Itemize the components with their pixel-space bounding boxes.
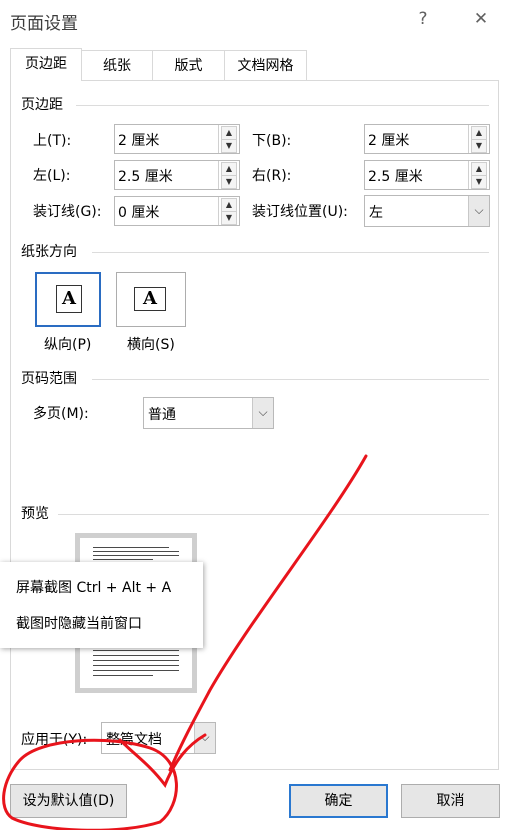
red-annotation-overlay (2, 454, 368, 830)
annotation-arrow-shaft (168, 454, 368, 772)
annotation-circle (2, 738, 178, 830)
tab-margins[interactable]: 页边距 (10, 48, 82, 81)
